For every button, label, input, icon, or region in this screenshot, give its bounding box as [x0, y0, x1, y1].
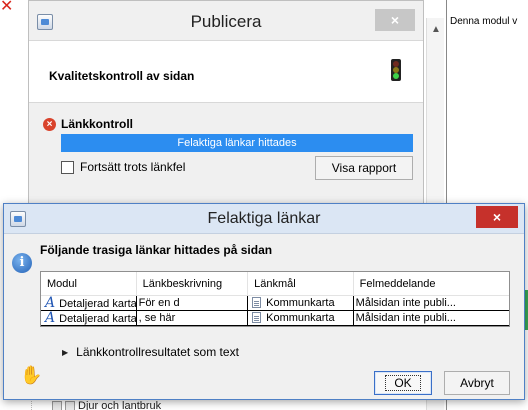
text-module-icon: A: [45, 311, 56, 325]
text-module-icon: A: [45, 296, 56, 310]
cell-link-target-text: Kommunkarta: [266, 312, 335, 324]
table-row[interactable]: A Detaljerad karta För en d Kommunkarta M…: [41, 296, 509, 311]
column-header-modul[interactable]: Modul: [41, 272, 137, 295]
cell-modul-text: Detaljerad karta: [59, 313, 137, 325]
info-icon: i: [12, 253, 32, 273]
expander-label[interactable]: Länkkontrollresultatet som text: [76, 345, 239, 359]
broken-links-dialog-title: Felaktiga länkar: [207, 210, 321, 227]
dialog-button-bar: ✋ OK Avbryt: [4, 361, 524, 401]
broken-links-header: Följande trasiga länkar hittades på sida…: [40, 243, 273, 257]
background-tree-item[interactable]: Djur och lantbruk: [52, 400, 161, 410]
folder-icon: [65, 401, 75, 410]
cell-modul: A Detaljerad karta: [41, 296, 137, 310]
cancel-button[interactable]: Avbryt: [444, 371, 510, 395]
tree-expand-icon[interactable]: [52, 401, 62, 410]
expand-arrow-icon[interactable]: ▶: [62, 348, 68, 357]
screen: ✕ ▲ Denna modul v Djur och lantbruk Publ…: [0, 0, 528, 410]
cell-link-target: Kommunkarta: [248, 311, 354, 325]
cell-modul-text: Detaljerad karta: [59, 298, 137, 310]
background-right-text: Denna modul v: [450, 16, 518, 27]
scroll-up-icon[interactable]: ▲: [431, 24, 441, 35]
publish-close-button[interactable]: ×: [375, 9, 415, 31]
link-check-progress-bar: Felaktiga länkar hittades: [61, 134, 413, 152]
ok-button[interactable]: OK: [374, 371, 432, 395]
publish-dialog-title: Publicera: [190, 12, 262, 31]
cell-link-description: För en d: [137, 296, 249, 310]
continue-despite-errors-label[interactable]: Fortsätt trots länkfel: [80, 160, 185, 174]
cell-link-target-text: Kommunkarta: [266, 297, 335, 309]
show-report-button[interactable]: Visa rapport: [315, 156, 413, 180]
cell-error-message: Målsidan inte publi...: [355, 297, 456, 309]
cell-modul: A Detaljerad karta: [41, 311, 137, 325]
table-header: Modul Länkbeskrivning Länkmål Felmeddela…: [41, 272, 509, 296]
link-check-text-expander[interactable]: ▶ Länkkontrollresultatet som text: [62, 345, 239, 359]
quality-check-title: Kvalitetskontroll av sidan: [49, 69, 195, 83]
continue-despite-errors-row[interactable]: Fortsätt trots länkfel: [61, 160, 185, 174]
page-icon: [252, 297, 262, 308]
broken-links-table: Modul Länkbeskrivning Länkmål Felmeddela…: [40, 271, 510, 327]
ok-button-label: OK: [385, 375, 421, 391]
tree-item-label: Djur och lantbruk: [78, 400, 162, 410]
broken-links-dialog: Felaktiga länkar × i Följande trasiga lä…: [3, 203, 525, 400]
broken-links-titlebar[interactable]: Felaktiga länkar ×: [4, 204, 524, 234]
hand-icon: ✋: [20, 365, 43, 385]
publish-dialog: Publicera × Kvalitetskontroll av sidan ×…: [28, 0, 424, 210]
link-check-title: Länkkontroll: [61, 117, 134, 131]
publish-titlebar[interactable]: Publicera ×: [29, 1, 423, 41]
close-icon[interactable]: ✕: [0, 0, 13, 16]
column-header-error-message[interactable]: Felmeddelande: [354, 272, 509, 295]
column-header-link-description[interactable]: Länkbeskrivning: [137, 272, 249, 295]
quality-check-header: Kvalitetskontroll av sidan: [29, 41, 423, 103]
traffic-light-icon: [391, 59, 401, 81]
cell-error-message: Målsidan inte publi...: [355, 312, 456, 324]
broken-links-close-button[interactable]: ×: [476, 206, 518, 228]
page-icon: [252, 312, 262, 323]
cell-link-description: , se här: [137, 311, 249, 325]
error-icon: ×: [43, 118, 56, 131]
continue-despite-errors-checkbox[interactable]: [61, 160, 74, 174]
link-check-section: × Länkkontroll Felaktiga länkar hittades…: [29, 104, 423, 210]
column-header-link-target[interactable]: Länkmål: [248, 272, 354, 295]
cell-link-target: Kommunkarta: [248, 296, 354, 310]
table-row[interactable]: A Detaljerad karta , se här Kommunkarta M…: [41, 311, 509, 326]
